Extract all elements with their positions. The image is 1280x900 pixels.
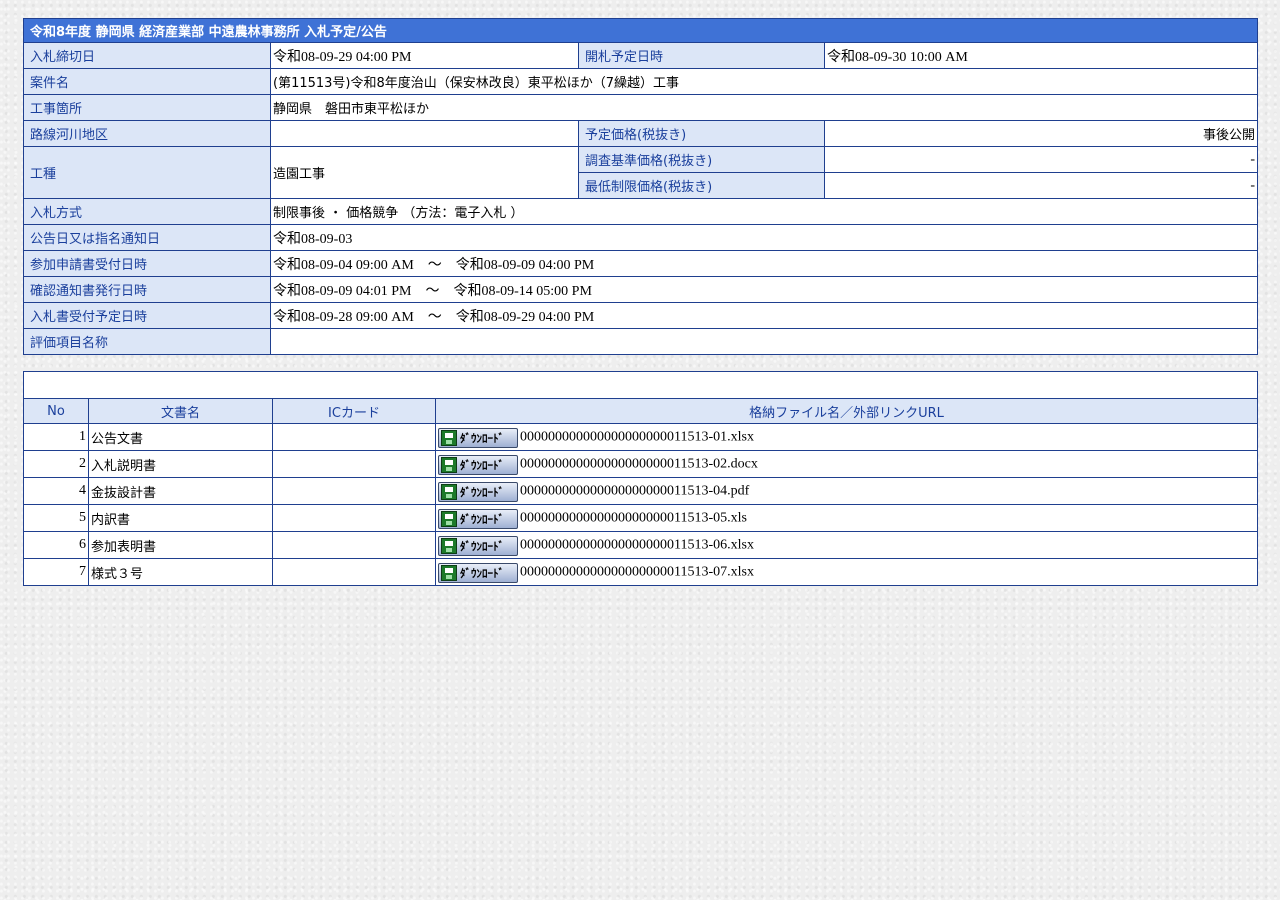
table-row: 7 様式３号 ﾀﾞｳﾝﾛｰﾄﾞ 0000000000000000000000115… [23,558,1259,586]
case-name-value: (第11513号)令和8年度治山（保安林改良）東平松ほか（7繰越）工事 [269,68,1259,95]
min-price-value: - [823,172,1259,199]
floppy-disk-icon [441,510,457,527]
deadline-value: 令和08-09-29 04:00 PM [270,42,579,69]
work-type-value: 造園工事 [270,146,579,199]
document-name: 公告文書 [88,423,273,451]
documents-title: 説明文書等 [22,371,1259,399]
table-row: 1 公告文書 ﾀﾞｳﾝﾛｰﾄﾞ 0000000000000000000000115… [23,423,1259,451]
download-button[interactable]: ﾀﾞｳﾝﾛｰﾄﾞ [438,535,518,556]
bid-info-table: 令和8年度 静岡県 経済産業部 中遠農林事務所 入札予定/公告 入札締切日 令和… [22,18,1259,355]
notice-date-label: 公告日又は指名通知日 [23,224,271,251]
document-file-name: 000000000000000000000011513-01.xlsx [520,429,754,444]
download-button-label: ﾀﾞｳﾝﾛｰﾄﾞ [460,431,504,445]
download-button[interactable]: ﾀﾞｳﾝﾛｰﾄﾞ [438,508,518,529]
case-name-label: 案件名 [23,68,271,95]
floppy-disk-icon [441,429,457,446]
documents-table: 説明文書等 No 文書名 ICカード 格納ファイル名／外部リンクURL 1 公告… [22,371,1259,586]
floppy-disk-icon [441,537,457,554]
table-row: 5 内訳書 ﾀﾞｳﾝﾛｰﾄﾞ 00000000000000000000001151… [23,504,1259,532]
confirmation-period-label: 確認通知書発行日時 [23,276,271,303]
bid-method-value: 制限事後 ・ 価格競争 （方法：電子入札 ） [269,198,1259,225]
work-location-value: 静岡県 磐田市東平松ほか [269,94,1259,121]
document-ic-card [272,558,436,586]
document-no: 2 [23,450,89,478]
work-type-label: 工種 [23,146,271,199]
document-file-name: 000000000000000000000011513-02.docx [520,456,758,471]
document-ic-card [272,450,436,478]
planned-price-label: 予定価格(税抜き) [578,120,825,147]
page-title: 令和8年度 静岡県 経済産業部 中遠農林事務所 入札予定/公告 [22,18,1259,43]
document-file-cell: ﾀﾞｳﾝﾛｰﾄﾞ 000000000000000000000011513-02.d… [434,450,1259,478]
download-button[interactable]: ﾀﾞｳﾝﾛｰﾄﾞ [438,454,518,475]
table-row: 6 参加表明書 ﾀﾞｳﾝﾛｰﾄﾞ 000000000000000000000011… [23,531,1259,559]
bid-receipt-period-value: 令和08-09-28 09:00 AM ～ 令和08-09-29 04:00 P… [269,302,1259,329]
document-no: 6 [23,531,89,559]
bid-method-label: 入札方式 [23,198,271,225]
floppy-disk-icon [441,564,457,581]
survey-price-value: - [823,146,1259,173]
document-ic-card [272,423,436,451]
min-price-label: 最低制限価格(税抜き) [578,172,825,199]
bid-receipt-period-label: 入札書受付予定日時 [23,302,271,329]
document-file-cell: ﾀﾞｳﾝﾛｰﾄﾞ 000000000000000000000011513-01.x… [434,423,1259,451]
planned-price-value: 事後公開 [823,120,1259,147]
notice-date-value: 令和08-09-03 [269,224,1259,251]
document-file-cell: ﾀﾞｳﾝﾛｰﾄﾞ 000000000000000000000011513-05.x… [434,504,1259,532]
column-header-document-name: 文書名 [88,398,273,424]
document-file-name: 000000000000000000000011513-06.xlsx [520,537,754,552]
column-header-no: No [23,398,89,424]
document-name: 様式３号 [88,558,273,586]
floppy-disk-icon [441,456,457,473]
confirmation-period-value: 令和08-09-09 04:01 PM ～ 令和08-09-14 05:00 P… [269,276,1259,303]
opening-label: 開札予定日時 [578,42,825,69]
document-ic-card [272,477,436,505]
application-period-value: 令和08-09-04 09:00 AM ～ 令和08-09-09 04:00 P… [269,250,1259,277]
download-button-label: ﾀﾞｳﾝﾛｰﾄﾞ [460,485,504,499]
work-location-label: 工事箇所 [23,94,271,121]
download-button-label: ﾀﾞｳﾝﾛｰﾄﾞ [460,539,504,553]
download-button[interactable]: ﾀﾞｳﾝﾛｰﾄﾞ [438,562,518,583]
column-header-file-name: 格納ファイル名／外部リンクURL [434,398,1259,424]
column-header-ic-card: ICカード [272,398,436,424]
document-name: 参加表明書 [88,531,273,559]
download-button-label: ﾀﾞｳﾝﾛｰﾄﾞ [460,458,504,472]
download-button-label: ﾀﾞｳﾝﾛｰﾄﾞ [460,566,504,580]
document-file-name: 000000000000000000000011513-05.xls [520,510,747,525]
deadline-label: 入札締切日 [23,42,271,69]
document-name: 内訳書 [88,504,273,532]
table-row: 4 金抜設計書 ﾀﾞｳﾝﾛｰﾄﾞ 000000000000000000000011… [23,477,1259,505]
download-button-label: ﾀﾞｳﾝﾛｰﾄﾞ [460,512,504,526]
application-period-label: 参加申請書受付日時 [23,250,271,277]
survey-price-label: 調査基準価格(税抜き) [578,146,825,173]
document-file-name: 000000000000000000000011513-07.xlsx [520,564,754,579]
download-button[interactable]: ﾀﾞｳﾝﾛｰﾄﾞ [438,427,518,448]
document-no: 1 [23,423,89,451]
evaluation-items-label: 評価項目名称 [23,328,271,355]
document-file-cell: ﾀﾞｳﾝﾛｰﾄﾞ 000000000000000000000011513-04.p… [434,477,1259,505]
document-no: 4 [23,477,89,505]
table-row: 2 入札説明書 ﾀﾞｳﾝﾛｰﾄﾞ 000000000000000000000011… [23,450,1259,478]
document-ic-card [272,504,436,532]
document-ic-card [272,531,436,559]
document-no: 7 [23,558,89,586]
opening-value: 令和08-09-30 10:00 AM [823,42,1259,69]
document-name: 入札説明書 [88,450,273,478]
route-river-label: 路線河川地区 [23,120,271,147]
document-no: 5 [23,504,89,532]
floppy-disk-icon [441,483,457,500]
document-file-name: 000000000000000000000011513-04.pdf [520,483,750,498]
document-file-cell: ﾀﾞｳﾝﾛｰﾄﾞ 000000000000000000000011513-06.x… [434,531,1259,559]
route-river-value [270,120,579,147]
download-button[interactable]: ﾀﾞｳﾝﾛｰﾄﾞ [438,481,518,502]
evaluation-items-value [269,328,1259,355]
document-file-cell: ﾀﾞｳﾝﾛｰﾄﾞ 000000000000000000000011513-07.x… [434,558,1259,586]
document-name: 金抜設計書 [88,477,273,505]
